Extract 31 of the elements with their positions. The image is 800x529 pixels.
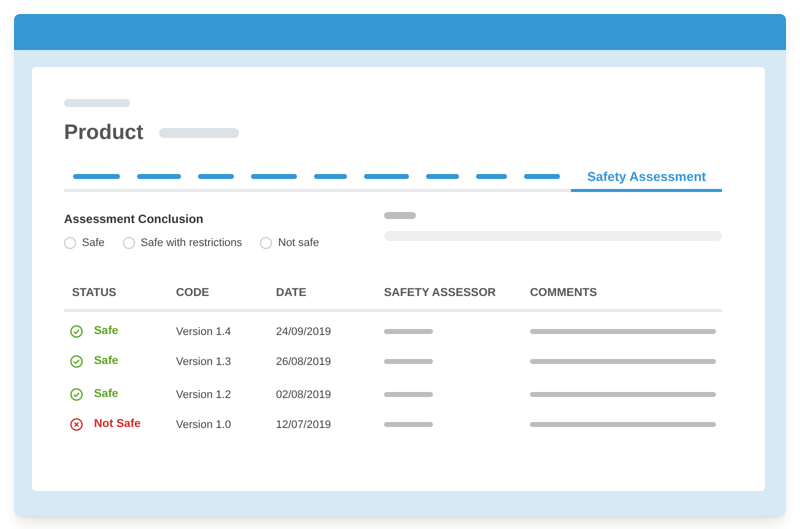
placeholder-bar: [384, 328, 433, 334]
table-cell: Version 1.0: [176, 419, 232, 432]
radio-option[interactable]: Safe: [64, 234, 105, 251]
column-header: SAFETY ASSESSOR: [384, 286, 497, 301]
radio-button[interactable]: [122, 236, 135, 249]
table-cell: Version 1.4: [176, 326, 232, 338]
radio-option[interactable]: Safe with restrictions: [122, 234, 242, 251]
status-text: Safe: [94, 324, 118, 339]
column-header: STATUS: [72, 286, 118, 301]
column-header: CODE: [176, 286, 210, 301]
table-cell: Version 1.2: [176, 389, 232, 402]
column-header: COMMENTS: [530, 286, 598, 301]
table-cell: 12/07/2019: [276, 419, 332, 432]
placeholder-bar: [64, 99, 130, 107]
radio-option[interactable]: Not safe: [260, 234, 320, 251]
placeholder-bar: [384, 422, 433, 427]
status-text: Not Safe: [94, 416, 141, 432]
table-cell: 24/09/2019: [276, 326, 332, 338]
status-text: Safe: [94, 354, 118, 369]
section-label: Assessment Conclusion: [64, 210, 204, 228]
placeholder-bar: [384, 358, 433, 364]
page-title: Product: [64, 120, 144, 146]
table-cell: 02/08/2019: [276, 389, 332, 402]
table-cell: 26/08/2019: [276, 356, 332, 368]
table-cell: Version 1.3: [176, 356, 232, 368]
placeholder-bar: [384, 392, 433, 397]
column-header: DATE: [276, 286, 308, 301]
radio-button[interactable]: [260, 236, 272, 249]
radio-button[interactable]: [64, 236, 76, 249]
placeholder-bar: [384, 212, 416, 218]
status-text: Safe: [94, 386, 118, 402]
